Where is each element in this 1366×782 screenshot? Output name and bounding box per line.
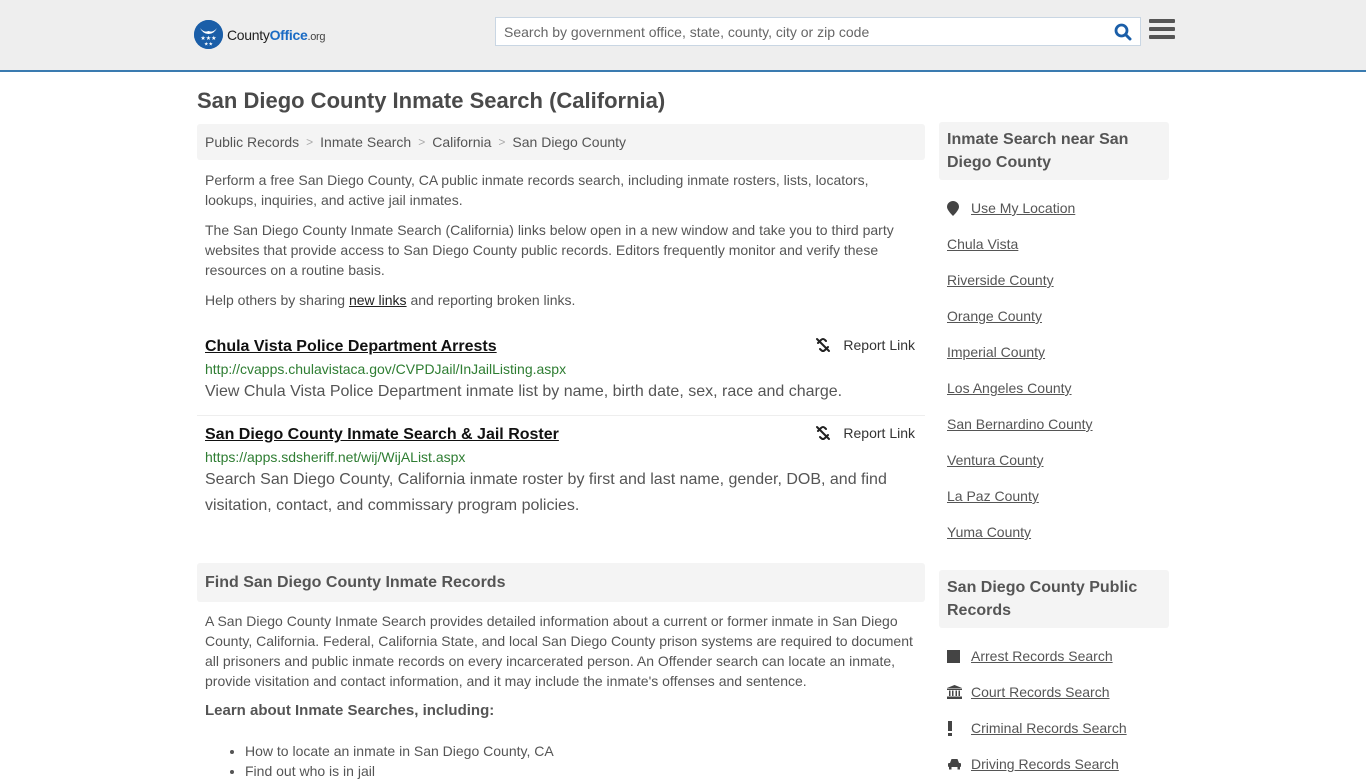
find-records-heading: Find San Diego County Inmate Records bbox=[197, 563, 925, 602]
nearby-item: Yuma County bbox=[947, 514, 1161, 550]
learn-heading: Learn about Inmate Searches, including: bbox=[205, 702, 495, 719]
nearby-link-los-angeles-county[interactable]: Los Angeles County bbox=[947, 380, 1072, 396]
report-link-button[interactable]: Report Link bbox=[815, 425, 915, 441]
nearby-list: Use My Location Chula Vista Riverside Co… bbox=[939, 190, 1169, 550]
public-records-list: Arrest Records Search Court Records Sear… bbox=[939, 638, 1169, 782]
exclamation-icon bbox=[947, 720, 971, 736]
sidebar-public-records-heading: San Diego County Public Records bbox=[939, 570, 1169, 628]
nearby-link-riverside-county[interactable]: Riverside County bbox=[947, 272, 1054, 288]
nearby-item: San Bernardino County bbox=[947, 406, 1161, 442]
menu-button[interactable] bbox=[1149, 19, 1175, 43]
intro-paragraph: Perform a free San Diego County, CA publ… bbox=[205, 172, 869, 208]
nearby-link-imperial-county[interactable]: Imperial County bbox=[947, 344, 1045, 360]
hamburger-bar bbox=[1149, 27, 1175, 31]
square-icon bbox=[947, 649, 971, 663]
nearby-item: Riverside County bbox=[947, 262, 1161, 298]
broken-link-icon bbox=[816, 338, 831, 352]
search-box bbox=[495, 17, 1141, 46]
result-description: Search San Diego County, California inma… bbox=[205, 471, 887, 514]
find-records-body: A San Diego County Inmate Search provide… bbox=[205, 613, 913, 689]
search-icon bbox=[1114, 23, 1132, 40]
intro: Perform a free San Diego County, CA publ… bbox=[197, 170, 925, 310]
breadcrumb-current: San Diego County bbox=[512, 134, 627, 150]
court-records-link[interactable]: Court Records Search bbox=[971, 684, 1110, 700]
nearby-link-chula-vista[interactable]: Chula Vista bbox=[947, 236, 1018, 252]
main-content: Public Records > Inmate Search > Califor… bbox=[197, 124, 925, 781]
public-records-item: Arrest Records Search bbox=[947, 638, 1161, 674]
result-url: https://apps.sdsheriff.net/wij/WijAList.… bbox=[205, 449, 466, 465]
map-marker-icon bbox=[947, 200, 971, 216]
svg-text:★★: ★★ bbox=[204, 42, 213, 48]
broken-link-icon bbox=[816, 426, 831, 440]
logo-text: CountyOffice.org bbox=[227, 26, 326, 43]
learn-list: How to locate an inmate in San Diego Cou… bbox=[197, 741, 925, 781]
use-my-location-item: Use My Location bbox=[947, 190, 1161, 226]
search-button[interactable] bbox=[1106, 18, 1140, 45]
public-records-item: Driving Records Search bbox=[947, 746, 1161, 782]
eagle-logo-icon: ★★★ ★★ bbox=[194, 20, 223, 49]
result-item: San Diego County Inmate Search & Jail Ro… bbox=[197, 416, 925, 529]
nearby-link-ventura-county[interactable]: Ventura County bbox=[947, 452, 1044, 468]
nearby-item: Los Angeles County bbox=[947, 370, 1161, 406]
hamburger-bar bbox=[1149, 35, 1175, 39]
nearby-item: La Paz County bbox=[947, 478, 1161, 514]
public-records-item: Criminal Records Search bbox=[947, 710, 1161, 746]
use-my-location-link[interactable]: Use My Location bbox=[971, 200, 1075, 216]
arrest-records-link[interactable]: Arrest Records Search bbox=[971, 648, 1113, 664]
nearby-item: Ventura County bbox=[947, 442, 1161, 478]
nearby-link-san-bernardino-county[interactable]: San Bernardino County bbox=[947, 416, 1093, 432]
share-paragraph: Help others by sharing new links and rep… bbox=[205, 292, 576, 308]
sidebar: Inmate Search near San Diego County Use … bbox=[939, 122, 1169, 782]
breadcrumb-public-records[interactable]: Public Records bbox=[205, 134, 299, 150]
hamburger-bar bbox=[1149, 19, 1175, 23]
search-input[interactable] bbox=[496, 18, 1106, 45]
new-links-link[interactable]: new links bbox=[349, 292, 407, 308]
nearby-link-yuma-county[interactable]: Yuma County bbox=[947, 524, 1031, 540]
driving-records-link[interactable]: Driving Records Search bbox=[971, 756, 1119, 772]
nearby-item: Chula Vista bbox=[947, 226, 1161, 262]
site-header: ★★★ ★★ CountyOffice.org bbox=[0, 0, 1366, 72]
learn-list-item: Find out who is in jail bbox=[245, 761, 925, 781]
sidebar-nearby-heading: Inmate Search near San Diego County bbox=[939, 122, 1169, 180]
nearby-item: Imperial County bbox=[947, 334, 1161, 370]
breadcrumb-separator: > bbox=[498, 135, 506, 149]
result-url: http://cvapps.chulavistaca.gov/CVPDJail/… bbox=[205, 361, 567, 377]
result-item: Chula Vista Police Department Arrests Re… bbox=[197, 328, 925, 416]
logo-link[interactable]: ★★★ ★★ CountyOffice.org bbox=[194, 20, 326, 49]
criminal-records-link[interactable]: Criminal Records Search bbox=[971, 720, 1127, 736]
breadcrumb-california[interactable]: California bbox=[432, 134, 491, 150]
result-description: View Chula Vista Police Department inmat… bbox=[205, 383, 843, 400]
public-records-item: Court Records Search bbox=[947, 674, 1161, 710]
result-title-link[interactable]: Chula Vista Police Department Arrests bbox=[205, 336, 497, 358]
learn-list-item: How to locate an inmate in San Diego Cou… bbox=[245, 741, 925, 761]
nearby-link-la-paz-county[interactable]: La Paz County bbox=[947, 488, 1039, 504]
nearby-item: Orange County bbox=[947, 298, 1161, 334]
breadcrumb: Public Records > Inmate Search > Califor… bbox=[197, 124, 925, 160]
results-list: Chula Vista Police Department Arrests Re… bbox=[197, 328, 925, 529]
breadcrumb-inmate-search[interactable]: Inmate Search bbox=[320, 134, 411, 150]
page-title: San Diego County Inmate Search (Californ… bbox=[197, 88, 666, 113]
breadcrumb-separator: > bbox=[306, 135, 314, 149]
nearby-link-orange-county[interactable]: Orange County bbox=[947, 308, 1042, 324]
breadcrumb-separator: > bbox=[418, 135, 426, 149]
courthouse-icon bbox=[947, 685, 971, 699]
car-icon bbox=[947, 758, 971, 770]
result-title-link[interactable]: San Diego County Inmate Search & Jail Ro… bbox=[205, 424, 559, 446]
intro-paragraph: The San Diego County Inmate Search (Cali… bbox=[205, 222, 894, 278]
report-link-button[interactable]: Report Link bbox=[815, 337, 915, 353]
